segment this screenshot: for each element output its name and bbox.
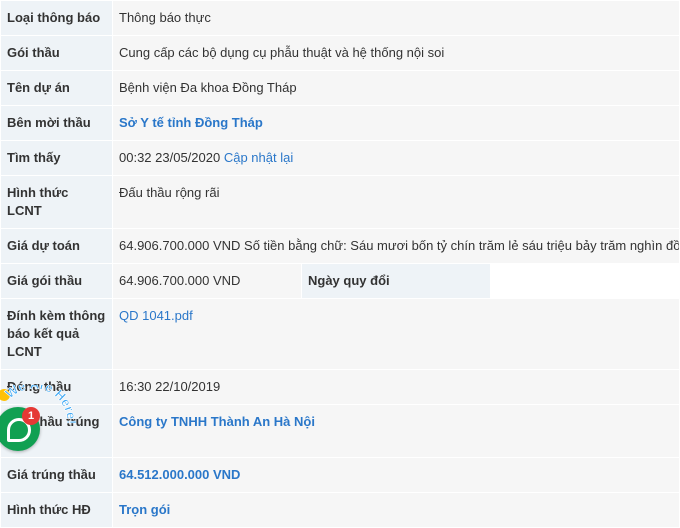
attachment-link[interactable]: QD 1041.pdf	[119, 308, 193, 323]
table-row: Giá gói thầu 64.906.700.000 VND Ngày quy…	[0, 263, 680, 299]
row-label: Tên dự án	[0, 70, 113, 106]
row-value: 16:30 22/10/2019	[112, 369, 680, 405]
table-row: Loại thông báo Thông báo thực	[0, 0, 680, 36]
row-value-secondary	[490, 263, 680, 299]
row-value: Thông báo thực	[112, 0, 680, 36]
tender-info-table: Loại thông báo Thông báo thực Gói thầu C…	[0, 0, 680, 528]
table-row: Giá trúng thầu 64.512.000.000 VND	[0, 457, 680, 493]
row-label: Hình thức HĐ	[0, 492, 113, 528]
row-label: Tìm thấy	[0, 140, 113, 176]
found-time: 00:32 23/05/2020	[119, 150, 221, 165]
table-row: Bên mời thầu Sở Y tế tỉnh Đồng Tháp	[0, 105, 680, 141]
row-label: Hình thức LCNT	[0, 175, 113, 229]
row-value: 64.906.700.000 VND Số tiền bằng chữ: Sáu…	[112, 228, 680, 264]
row-label: Giá gói thầu	[0, 263, 113, 299]
row-value-cell: Sở Y tế tỉnh Đồng Tháp	[112, 105, 680, 141]
table-row: Đính kèm thông báo kết quả LCNT QD 1041.…	[0, 298, 680, 370]
table-row: Đóng thầu 16:30 22/10/2019	[0, 369, 680, 405]
notification-badge: 1	[22, 407, 40, 425]
row-value: 64.906.700.000 VND	[112, 263, 302, 299]
row-value: Cung cấp các bộ dụng cụ phẫu thuật và hệ…	[112, 35, 680, 71]
contract-type[interactable]: Trọn gói	[119, 502, 170, 517]
table-row: Gói thầu Cung cấp các bộ dụng cụ phẫu th…	[0, 35, 680, 71]
table-row: Giá dự toán 64.906.700.000 VND Số tiền b…	[0, 228, 680, 264]
row-label: Bên mời thầu	[0, 105, 113, 141]
inviting-party-link[interactable]: Sở Y tế tỉnh Đồng Tháp	[119, 115, 263, 130]
table-row: Hình thức HĐ Trọn gói	[0, 492, 680, 528]
row-label: Loại thông báo	[0, 0, 113, 36]
table-row: Hình thức LCNT Đấu thầu rộng rãi	[0, 175, 680, 229]
table-row: Tìm thấy 00:32 23/05/2020 Cập nhật lại	[0, 140, 680, 176]
row-label-secondary: Ngày quy đổi	[301, 263, 491, 299]
row-value-cell: Công ty TNHH Thành An Hà Nội	[112, 404, 680, 458]
row-value: Bệnh viện Đa khoa Đồng Tháp	[112, 70, 680, 106]
row-value-cell: QD 1041.pdf	[112, 298, 680, 370]
winning-contractor-link[interactable]: Công ty TNHH Thành An Hà Nội	[119, 414, 315, 429]
row-label: Gói thầu	[0, 35, 113, 71]
table-row: Tên dự án Bệnh viện Đa khoa Đồng Tháp	[0, 70, 680, 106]
row-value-cell: 00:32 23/05/2020 Cập nhật lại	[112, 140, 680, 176]
row-value-cell: 64.512.000.000 VND	[112, 457, 680, 493]
row-value-cell: Trọn gói	[112, 492, 680, 528]
table-row: Nhà thầu trúng thầu Công ty TNHH Thành A…	[0, 404, 680, 458]
row-label: Đính kèm thông báo kết quả LCNT	[0, 298, 113, 370]
chat-widget[interactable]: We Are Here! 1	[0, 385, 86, 465]
winning-price[interactable]: 64.512.000.000 VND	[119, 467, 240, 482]
row-label: Giá dự toán	[0, 228, 113, 264]
row-value: Đấu thầu rộng rãi	[112, 175, 680, 229]
refresh-link[interactable]: Cập nhật lại	[224, 150, 293, 165]
